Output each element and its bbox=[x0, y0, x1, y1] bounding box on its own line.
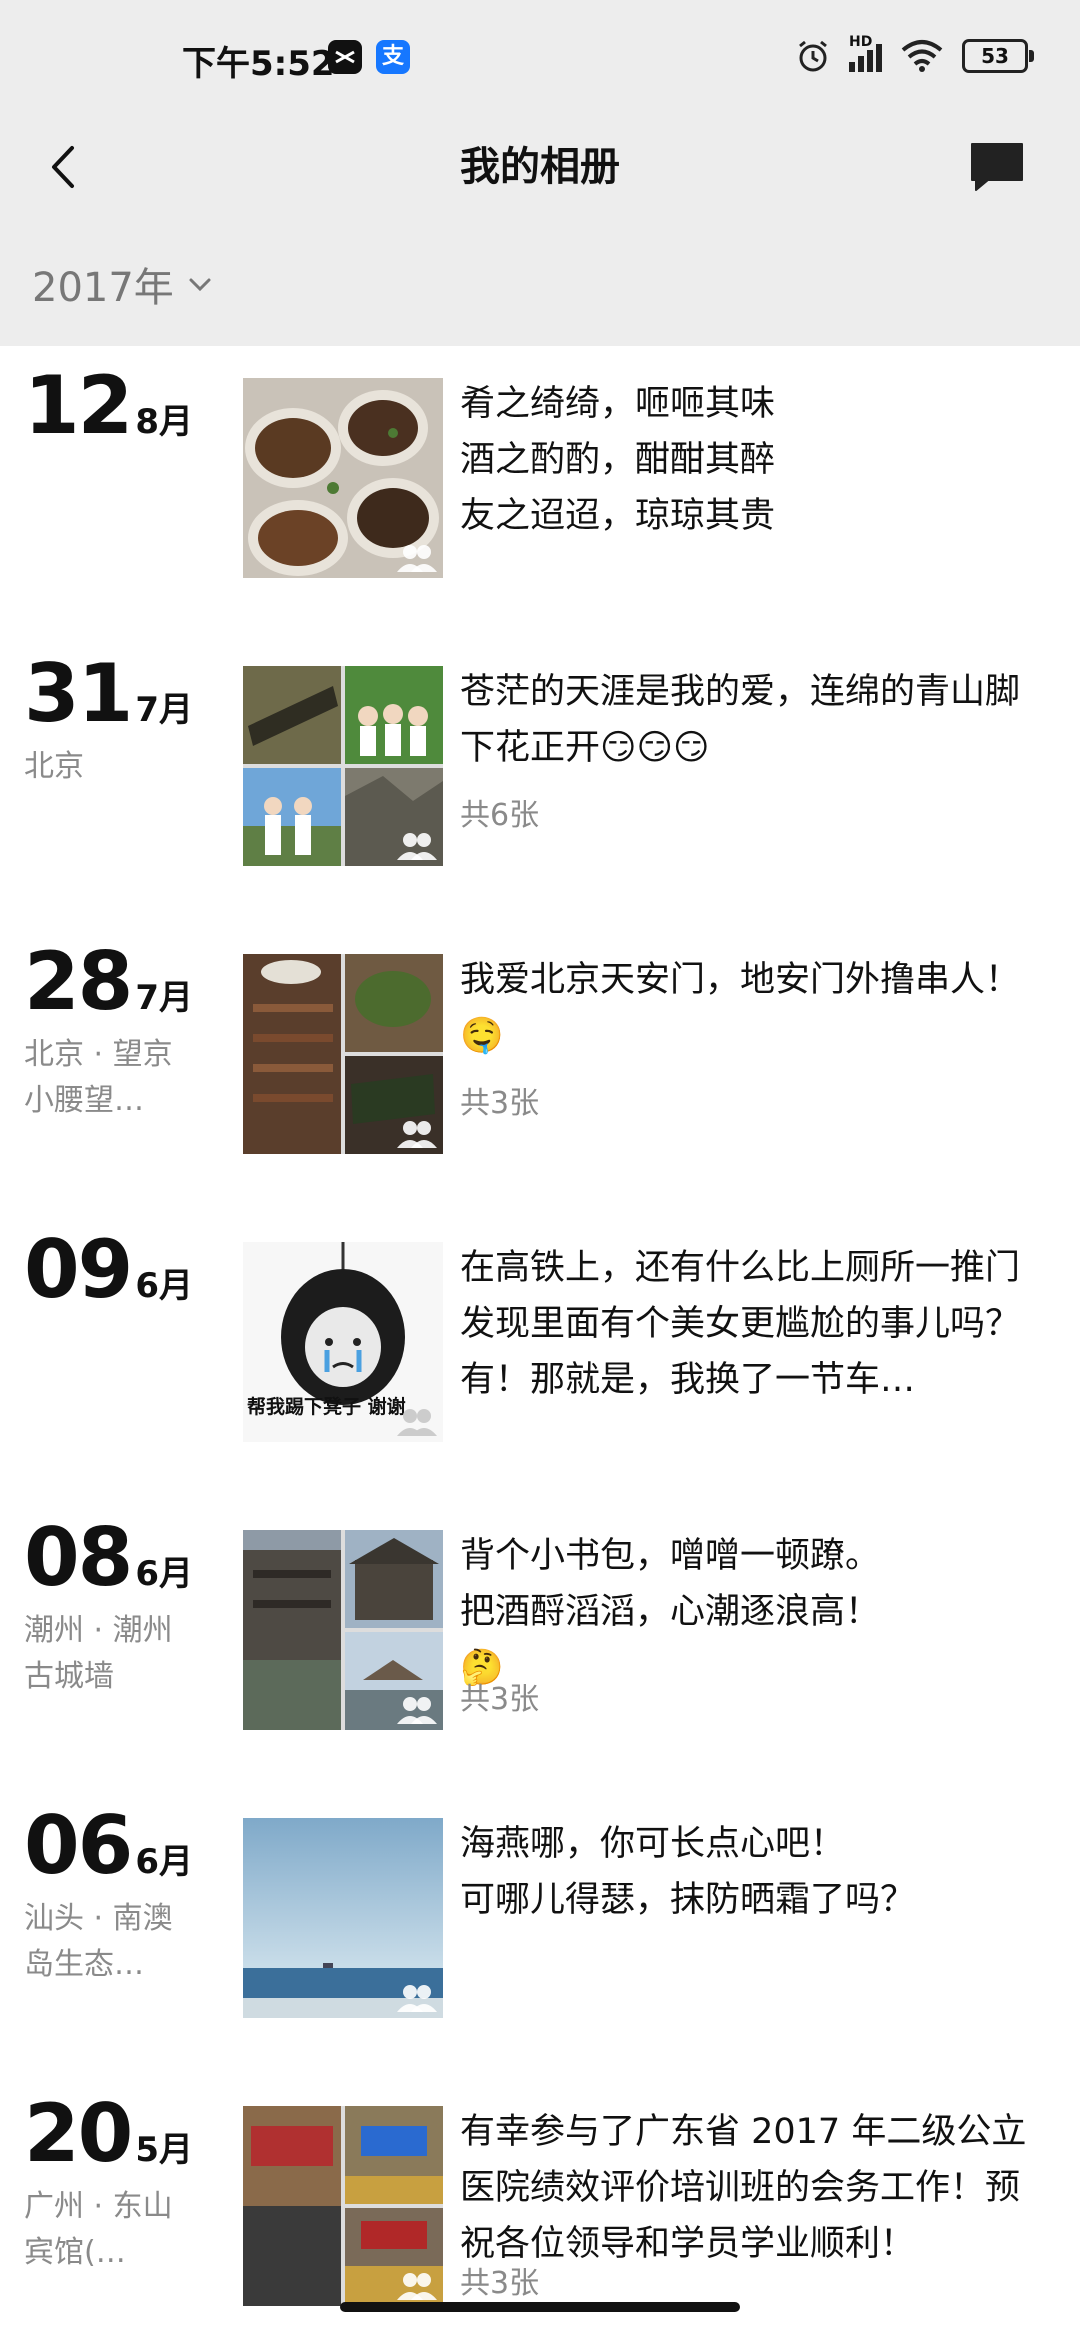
entry-thumbnail[interactable]: 帮我踢下凳子 谢谢 bbox=[243, 1242, 443, 1442]
album-entry[interactable]: 12 8月 肴之绮绮，咂咂其味 酒之酌酌，酣酣其醉 友之迢迢，琼琼其贵 bbox=[0, 346, 1080, 586]
entry-date: 06 6月 bbox=[24, 1806, 193, 1886]
entry-thumbnail[interactable] bbox=[243, 666, 443, 866]
status-icons: HD 53 bbox=[795, 34, 1034, 76]
group-people-icon bbox=[397, 2273, 437, 2300]
entry-location: 汕头 · 南澳岛生态… bbox=[24, 1901, 173, 1982]
entry-caption: 海燕哪，你可长点心吧！ 可哪儿得瑟，抹防晒霜了吗？ bbox=[460, 1824, 916, 1920]
entry-month: 6月 bbox=[135, 1554, 193, 1594]
entry-location: 北京 bbox=[24, 749, 84, 784]
entry-caption: 背个小书包，噌噌一顿蹽。 把酒酹滔滔，心潮逐浪高！ 🤔 bbox=[460, 1536, 881, 1688]
alarm-icon bbox=[799, 40, 827, 72]
photo-count: 共6张 bbox=[460, 798, 540, 833]
entry-thumbnail[interactable] bbox=[243, 954, 443, 1154]
entry-day: 08 bbox=[24, 1511, 133, 1604]
nav-header: 我的相册 bbox=[0, 110, 1080, 224]
group-people-icon bbox=[397, 1985, 437, 2012]
entry-day: 12 bbox=[24, 359, 133, 452]
alipay-icon: 支 bbox=[376, 40, 410, 74]
group-people-icon bbox=[397, 1121, 437, 1148]
entry-location: 广州 · 东山宾馆(… bbox=[24, 2189, 173, 2270]
entry-location: 潮州 · 潮州古城墙 bbox=[24, 1613, 173, 1694]
entry-date: 12 8月 bbox=[24, 366, 193, 446]
entry-caption: 我爱北京天安门，地安门外撸串人！🤤 bbox=[460, 960, 1021, 1056]
album-entry[interactable]: 20 5月 广州 · 东山宾馆(… 有幸参与了广东省 2017 年二级公立医院绩… bbox=[0, 2074, 1080, 2314]
entry-location: 北京 · 望京小腰望… bbox=[24, 1037, 173, 1118]
meme-caption: 帮我踢下凳子 谢谢 bbox=[247, 1396, 406, 1418]
entry-day: 28 bbox=[24, 935, 133, 1028]
group-people-icon bbox=[397, 1697, 437, 1724]
status-bar: 下午5:52 支 HD 53 bbox=[0, 0, 1080, 110]
entry-month: 6月 bbox=[135, 1266, 193, 1306]
entry-thumbnail[interactable] bbox=[243, 2106, 443, 2306]
chevron-down-icon bbox=[189, 278, 211, 292]
album-entry[interactable]: 28 7月 北京 · 望京小腰望… 我爱北京天安门，地安门外撸串人！� bbox=[0, 922, 1080, 1162]
entry-caption: 有幸参与了广东省 2017 年二级公立医院绩效评价培训班的会务工作！预祝各位领导… bbox=[460, 2112, 1027, 2264]
photo-count: 共3张 bbox=[460, 1086, 540, 1121]
entry-date: 31 7月 bbox=[24, 654, 193, 734]
entry-day: 20 bbox=[24, 2087, 133, 2180]
entry-month: 7月 bbox=[135, 978, 193, 1018]
entry-caption: 肴之绮绮，咂咂其味 酒之酌酌，酣酣其醉 友之迢迢，琼琼其贵 bbox=[460, 384, 776, 536]
group-people-icon bbox=[397, 833, 437, 860]
album-entry[interactable]: 08 6月 潮州 · 潮州古城墙 背个小书包，噌噌一顿蹽。 把酒酹滔滔，心潮逐浪… bbox=[0, 1498, 1080, 1738]
entry-date: 28 7月 bbox=[24, 942, 193, 1022]
album-entry[interactable]: 09 6月 帮我踢下凳子 谢谢 在高铁上，还有什么比上厕所一推门发现里面有个美女… bbox=[0, 1210, 1080, 1450]
entry-caption: 苍茫的天涯是我的爱，连绵的青山脚下花正开😏😏😏 bbox=[460, 672, 1021, 768]
signal-icon: HD bbox=[849, 34, 882, 72]
battery-icon: 53 bbox=[962, 39, 1034, 73]
capcut-icon bbox=[328, 40, 362, 74]
year-filter-bar: 2017年 bbox=[0, 224, 1080, 346]
album-entry[interactable]: 06 6月 汕头 · 南澳岛生态… 海燕哪，你可长点心吧！ 可哪儿得瑟，抹防晒霜… bbox=[0, 1786, 1080, 2026]
entry-thumbnail[interactable] bbox=[243, 1530, 443, 1730]
entry-thumbnail[interactable] bbox=[243, 378, 443, 578]
entry-month: 6月 bbox=[135, 1842, 193, 1882]
photo-count: 共3张 bbox=[460, 1682, 540, 1717]
messages-button[interactable] bbox=[962, 132, 1032, 202]
hd-label: HD bbox=[849, 34, 873, 50]
photo-count: 共3张 bbox=[460, 2266, 540, 2301]
entry-month: 7月 bbox=[135, 690, 193, 730]
entry-date: 08 6月 bbox=[24, 1518, 193, 1598]
entry-month: 5月 bbox=[135, 2130, 193, 2170]
entry-month: 8月 bbox=[135, 402, 193, 442]
wifi-icon bbox=[901, 40, 943, 72]
entry-day: 31 bbox=[24, 647, 133, 740]
group-people-icon bbox=[397, 1409, 437, 1436]
album-entry[interactable]: 31 7月 北京 苍茫的天涯是我的爱，连绵的青山脚下花正开😏😏😏 共6张 bbox=[0, 634, 1080, 874]
entry-day: 06 bbox=[24, 1799, 133, 1892]
entry-day: 09 bbox=[24, 1223, 133, 1316]
group-people-icon bbox=[397, 545, 437, 572]
entry-caption: 在高铁上，还有什么比上厕所一推门发现里面有个美女更尴尬的事儿吗？有！那就是，我换… bbox=[460, 1248, 1021, 1400]
entry-thumbnail[interactable] bbox=[243, 1818, 443, 2018]
message-bubble-icon bbox=[971, 143, 1023, 191]
year-label: 2017年 bbox=[32, 265, 174, 311]
status-time: 下午5:52 bbox=[182, 44, 335, 84]
year-selector[interactable]: 2017年 bbox=[32, 254, 214, 314]
entry-date: 09 6月 bbox=[24, 1230, 193, 1310]
page-title: 我的相册 bbox=[460, 144, 620, 190]
home-indicator[interactable] bbox=[340, 2302, 740, 2312]
entry-date: 20 5月 bbox=[24, 2094, 193, 2174]
